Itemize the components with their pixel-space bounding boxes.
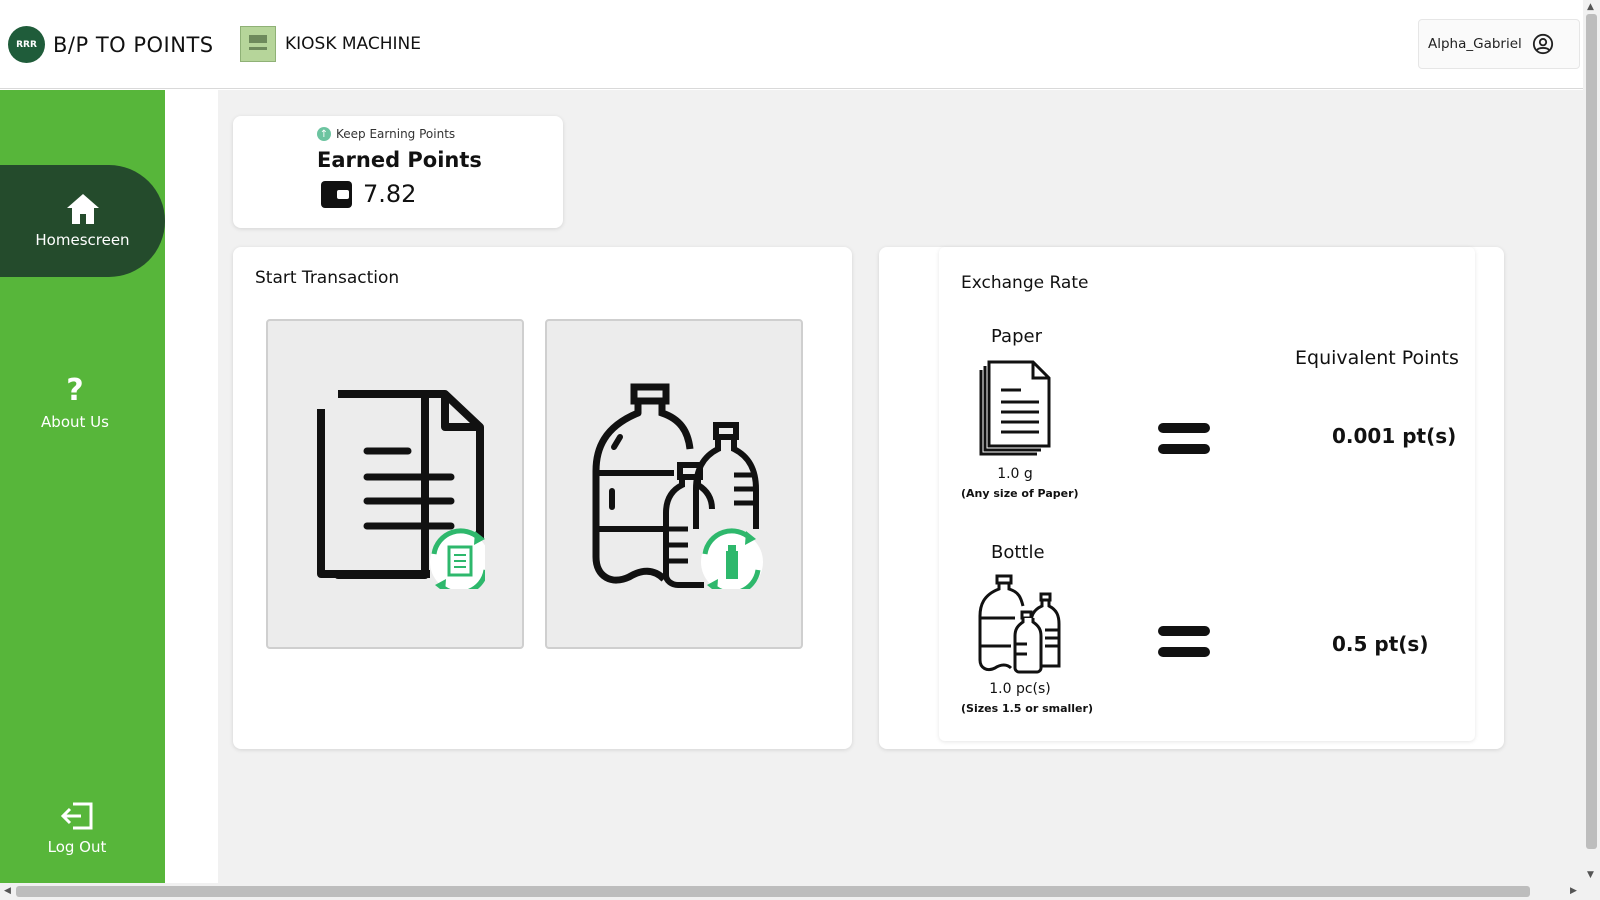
sidebar-item-label: About Us: [41, 413, 109, 431]
scroll-right-icon[interactable]: ▶: [1570, 886, 1577, 896]
sidebar-item-homescreen[interactable]: Homescreen: [0, 165, 165, 277]
kiosk-machine-icon: [240, 26, 276, 62]
exchange-rate-panel: Exchange Rate Paper 1.0 g (Any size of P…: [939, 247, 1475, 741]
paper-recycle-icon: [317, 390, 485, 589]
bottle-note: (Sizes 1.5 or smaller): [961, 702, 1093, 715]
brand-title: B/P TO POINTS: [53, 32, 214, 57]
start-transaction-title: Start Transaction: [255, 268, 400, 288]
brand-logo-icon: RRR: [8, 26, 45, 63]
paper-transaction-button[interactable]: [266, 319, 524, 649]
paper-points: 0.001 pt(s): [1332, 424, 1457, 448]
start-transaction-card: Start Transaction: [233, 247, 852, 749]
bottle-label: Bottle: [991, 542, 1045, 563]
keep-earning-note: ↑ Keep Earning Points: [317, 127, 455, 141]
earned-points-title: Earned Points: [317, 148, 482, 172]
paper-icon: [979, 360, 1051, 456]
paper-note: (Any size of Paper): [961, 487, 1079, 500]
earned-points-card: ↑ Keep Earning Points Earned Points 7.82: [233, 116, 563, 228]
scroll-up-icon[interactable]: ▲: [1587, 2, 1594, 12]
sidebar-item-about-us[interactable]: ? About Us: [0, 373, 150, 432]
question-icon: ?: [66, 373, 84, 408]
exchange-rate-card: Exchange Rate Paper 1.0 g (Any size of P…: [879, 247, 1504, 749]
top-header: RRR B/P TO POINTS KIOSK MACHINE Alpha_Ga…: [0, 0, 1583, 89]
bottle-recycle-icon: [592, 383, 763, 589]
home-icon: [66, 194, 99, 224]
kiosk-label: KIOSK MACHINE: [240, 26, 421, 62]
logout-icon: [60, 802, 93, 830]
paper-label: Paper: [991, 326, 1042, 347]
vertical-scrollbar[interactable]: ▲ ▼: [1583, 0, 1600, 883]
points-row: 7.82: [321, 180, 416, 208]
kiosk-title: KIOSK MACHINE: [285, 34, 422, 54]
user-menu-button[interactable]: Alpha_Gabriel: [1418, 19, 1580, 69]
sidebar-item-label: Log Out: [47, 838, 107, 856]
bottle-points: 0.5 pt(s): [1332, 632, 1429, 656]
horizontal-scroll-thumb[interactable]: [16, 886, 1530, 897]
points-value: 7.82: [363, 180, 417, 208]
bottle-transaction-button[interactable]: [545, 319, 803, 649]
horizontal-scrollbar[interactable]: ◀ ▶: [0, 883, 1600, 900]
scroll-left-icon[interactable]: ◀: [4, 886, 11, 896]
wallet-icon: [321, 180, 352, 208]
main-content: ↑ Keep Earning Points Earned Points 7.82…: [218, 90, 1583, 883]
username: Alpha_Gabriel: [1428, 36, 1522, 52]
sidebar-item-logout[interactable]: Log Out: [0, 800, 154, 856]
sidebar: Homescreen ? About Us Log Out: [0, 90, 165, 883]
paper-quantity: 1.0 g: [997, 466, 1033, 482]
equals-icon: [1158, 423, 1210, 465]
keep-earning-text: Keep Earning Points: [336, 127, 456, 141]
brand[interactable]: RRR B/P TO POINTS: [8, 26, 214, 63]
vertical-scroll-thumb[interactable]: [1586, 14, 1597, 849]
equals-icon: [1158, 626, 1210, 668]
scroll-down-icon[interactable]: ▼: [1587, 870, 1594, 880]
equivalent-points-header: Equivalent Points: [1295, 347, 1459, 369]
user-avatar-icon: [1532, 33, 1553, 55]
exchange-rate-title: Exchange Rate: [961, 273, 1089, 293]
bottle-quantity: 1.0 pc(s): [989, 681, 1051, 697]
sidebar-item-label: Homescreen: [35, 231, 130, 249]
bottle-icon: [978, 574, 1061, 674]
arrow-up-icon: ↑: [317, 127, 331, 141]
